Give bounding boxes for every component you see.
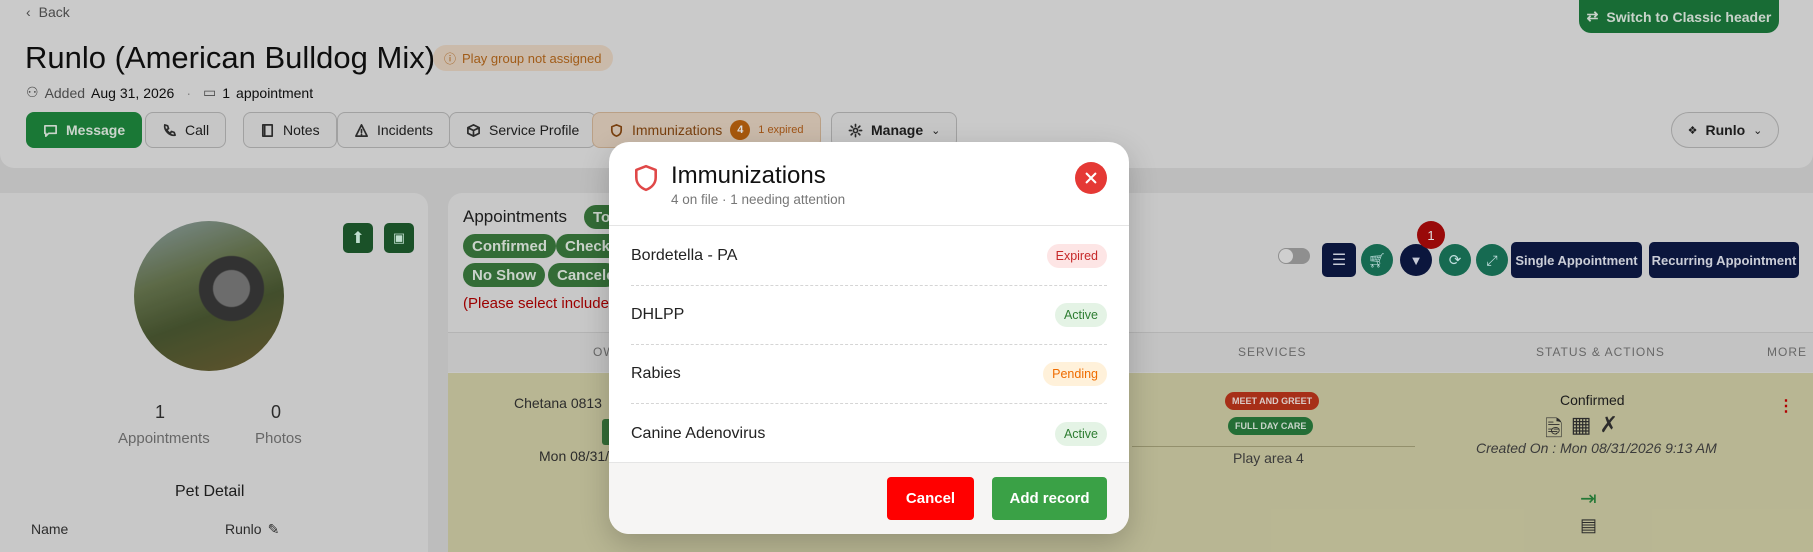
- status-badge: Expired: [1046, 244, 1107, 268]
- status-badge: Active: [1054, 303, 1107, 327]
- immunizations-modal: Immunizations 4 on file · 1 needing atte…: [609, 142, 1129, 534]
- close-button[interactable]: [1075, 162, 1107, 194]
- status-badge: Active: [1054, 421, 1107, 446]
- close-icon: [1085, 172, 1097, 184]
- record-name: Bordetella - PA: [631, 247, 738, 264]
- modal-title: Immunizations: [671, 162, 826, 189]
- modal-subtitle: 4 on file · 1 needing attention: [671, 192, 846, 207]
- list-item[interactable]: Bordetella - PA Expired: [631, 227, 1107, 286]
- record-name: Rabies: [631, 365, 681, 382]
- shield-icon: [635, 164, 657, 192]
- record-name: Canine Adenovirus: [631, 424, 766, 442]
- cancel-button[interactable]: Cancel: [887, 477, 974, 520]
- list-item[interactable]: Rabies Pending: [631, 345, 1107, 404]
- status-badge: Pending: [1043, 362, 1107, 386]
- add-record-button[interactable]: Add record: [992, 477, 1107, 520]
- list-item[interactable]: DHLPP Active: [631, 286, 1107, 345]
- list-item[interactable]: Canine Adenovirus Active: [631, 404, 1107, 463]
- modal-header: Immunizations 4 on file · 1 needing atte…: [609, 142, 1129, 226]
- modal-footer: Cancel Add record: [609, 462, 1129, 534]
- record-name: DHLPP: [631, 306, 685, 323]
